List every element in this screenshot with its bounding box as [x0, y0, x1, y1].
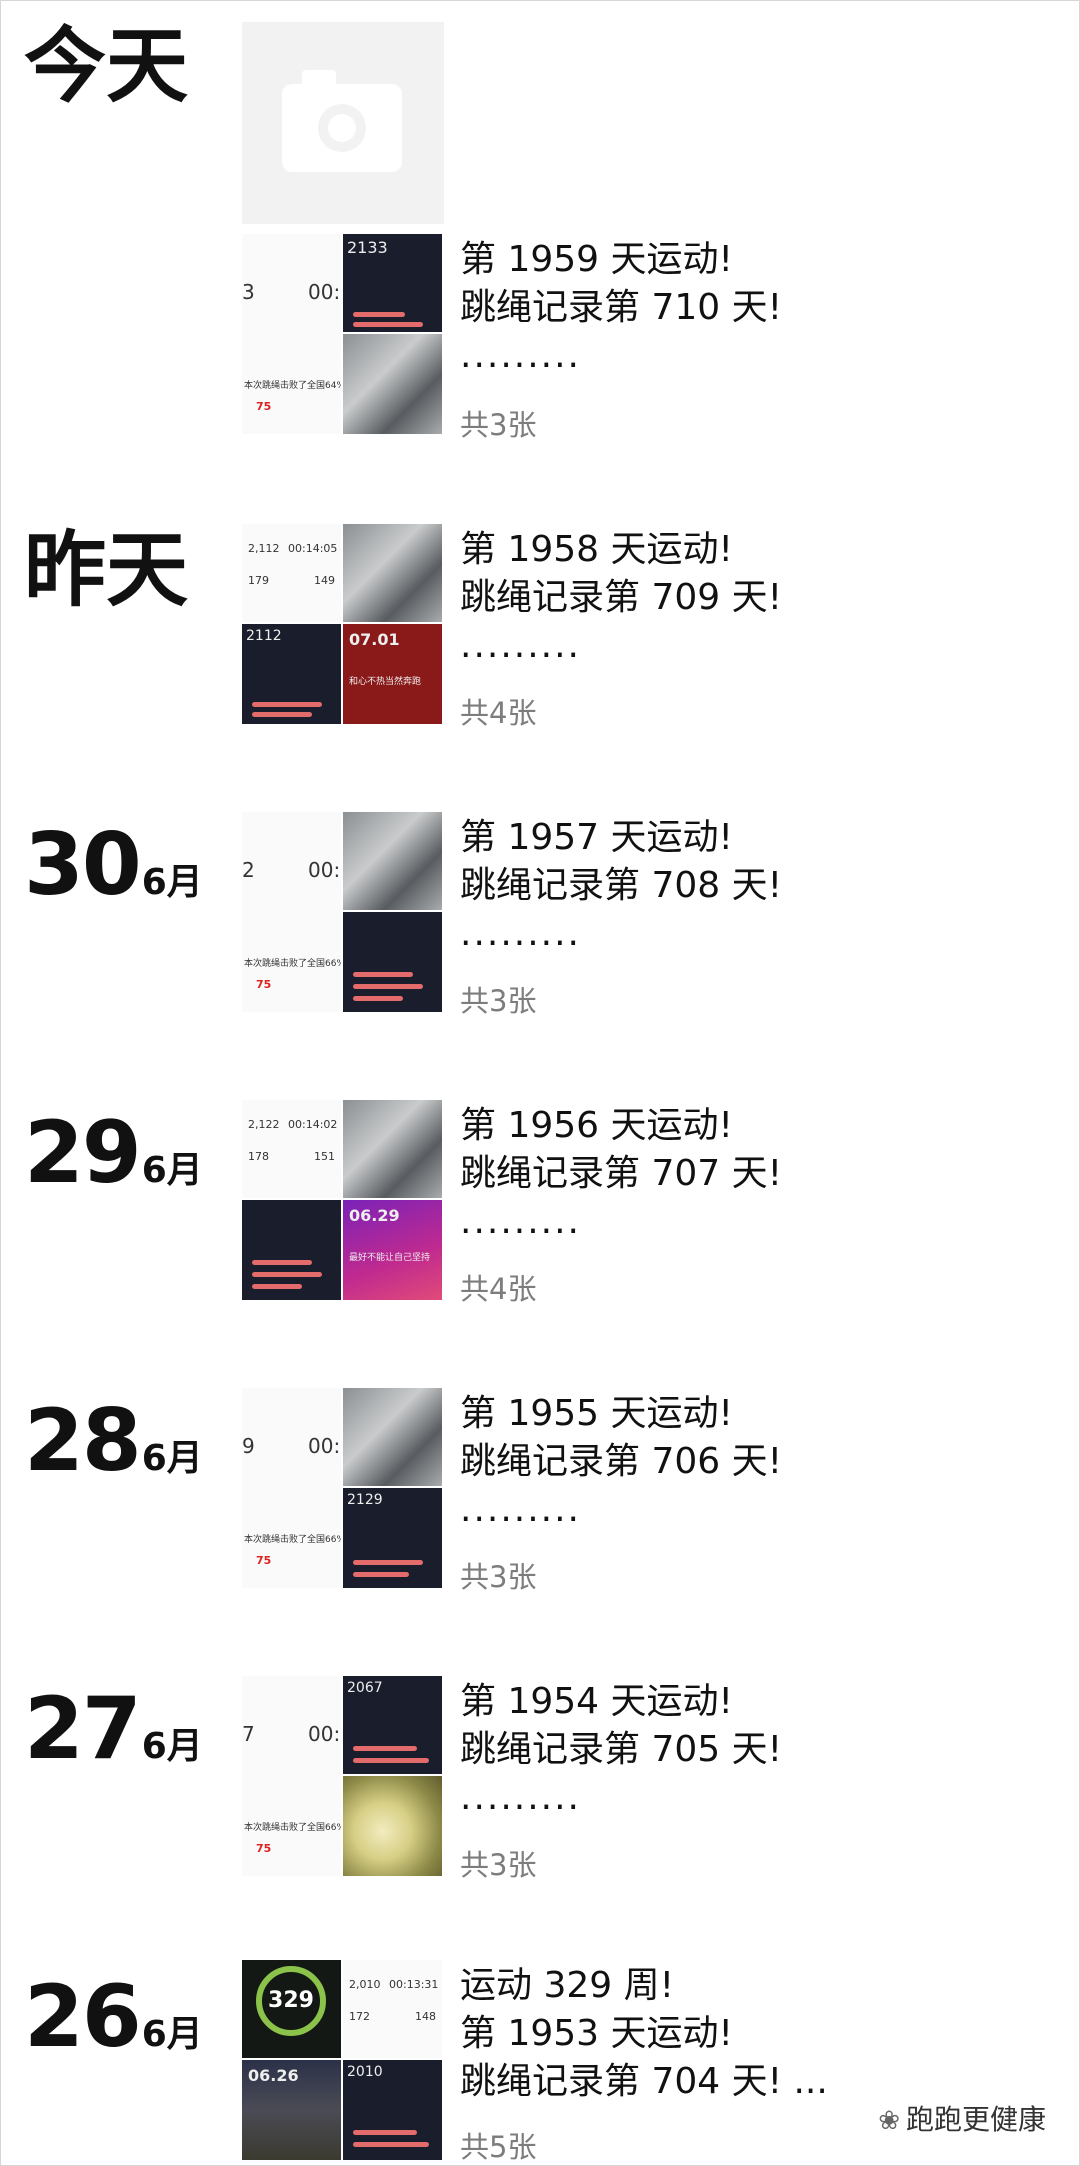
photo-count: 共3张 — [460, 1560, 537, 1594]
logo-icon: 75 — [256, 1842, 272, 1855]
thumbnail-grid[interactable]: 2 00:1 本次跳绳击败了全国66%的用 75 — [242, 812, 442, 1012]
date-label: 今天 — [24, 26, 188, 108]
thumbnail[interactable] — [343, 812, 442, 910]
photo-count: 共3张 — [460, 984, 537, 1018]
thumbnail[interactable]: 3 00:1 本次跳绳击败了全国64%的用 75 — [242, 234, 341, 434]
thumbnail[interactable] — [343, 912, 442, 1012]
post-text[interactable]: 第 1957 天运动! 跳绳记录第 708 天! ......... — [460, 814, 782, 958]
thumbnail[interactable]: 07.01 和心不热当然奔跑 — [343, 624, 442, 724]
logo-icon: 75 — [256, 1554, 272, 1567]
thumbnail-grid[interactable]: 329 2,010 00:13:31 172 148 06.26 2010 — [242, 1960, 442, 2160]
thumbnail[interactable] — [343, 1388, 442, 1486]
thumbnail-grid[interactable]: 3 00:1 本次跳绳击败了全国64%的用 75 2133 — [242, 234, 442, 434]
photo-count: 共4张 — [460, 1272, 537, 1306]
thumbnail-grid[interactable]: 2,122 00:14:02 178 151 06.29 最好不能让自己坚持 — [242, 1100, 442, 1300]
thumbnail[interactable]: 2010 — [343, 2060, 442, 2160]
thumbnail[interactable]: 2133 — [343, 234, 442, 332]
date-label: 296月 — [24, 1110, 203, 1196]
thumbnail[interactable]: 2,112 00:14:05 179 149 — [242, 524, 341, 622]
date-month: 6月 — [141, 1726, 203, 1767]
date-month: 6月 — [141, 2014, 203, 2055]
post-text[interactable]: 第 1959 天运动! 跳绳记录第 710 天! ......... — [460, 236, 782, 380]
date-day: 27 — [24, 1679, 142, 1779]
date-day: 28 — [24, 1391, 142, 1491]
logo-icon: 75 — [256, 400, 272, 413]
thumbnail[interactable] — [242, 1200, 341, 1300]
watermark: ❀ 跑跑更健康 — [878, 2098, 1046, 2138]
post-text[interactable]: 第 1958 天运动! 跳绳记录第 709 天! ......... — [460, 526, 782, 670]
thumbnail[interactable]: 06.29 最好不能让自己坚持 — [343, 1200, 442, 1300]
date-day: 26 — [24, 1967, 142, 2067]
watermark-text: 跑跑更健康 — [905, 2103, 1046, 2136]
camera-icon — [282, 70, 402, 172]
thumbnail[interactable]: 2067 — [343, 1676, 442, 1774]
thumbnail-grid[interactable]: 7 00:1 本次跳绳击败了全国66%的用 75 2067 — [242, 1676, 442, 1876]
badge-icon: 329 — [256, 1966, 326, 2036]
date-label: 306月 — [24, 822, 203, 908]
thumbnail-grid[interactable]: 2,112 00:14:05 179 149 2112 07.01 和心不热当然… — [242, 524, 442, 724]
thumbnail[interactable]: 2129 — [343, 1488, 442, 1588]
date-day: 昨天 — [24, 523, 189, 618]
thumbnail-grid[interactable]: 9 00:1 本次跳绳击败了全国66%的用 75 2129 — [242, 1388, 442, 1588]
date-label: 276月 — [24, 1686, 203, 1772]
thumbnail[interactable]: 2,122 00:14:02 178 151 — [242, 1100, 341, 1198]
photo-count: 共3张 — [460, 1848, 537, 1882]
thumbnail[interactable] — [343, 1776, 442, 1876]
thumbnail[interactable]: 9 00:1 本次跳绳击败了全国66%的用 75 — [242, 1388, 341, 1588]
thumbnail[interactable]: 2 00:1 本次跳绳击败了全国66%的用 75 — [242, 812, 341, 1012]
date-month: 6月 — [141, 862, 203, 903]
wechat-icon: ❀ — [878, 2106, 900, 2136]
thumbnail[interactable] — [343, 334, 442, 434]
add-photo-button[interactable] — [242, 22, 444, 224]
thumbnail[interactable]: 2,010 00:13:31 172 148 — [343, 1960, 442, 2058]
date-day: 今天 — [24, 19, 189, 114]
photo-count: 共4张 — [460, 696, 537, 730]
thumbnail[interactable]: 7 00:1 本次跳绳击败了全国66%的用 75 — [242, 1676, 341, 1876]
post-text[interactable]: 第 1954 天运动! 跳绳记录第 705 天! ......... — [460, 1678, 782, 1822]
thumbnail[interactable]: 2112 — [242, 624, 341, 724]
photo-count: 共5张 — [460, 2130, 537, 2164]
post-text[interactable]: 运动 329 周! 第 1953 天运动! 跳绳记录第 704 天! ... — [460, 1962, 828, 2106]
thumbnail[interactable]: 329 — [242, 1960, 341, 2058]
post-text[interactable]: 第 1956 天运动! 跳绳记录第 707 天! ......... — [460, 1102, 782, 1246]
thumbnail[interactable]: 06.26 — [242, 2060, 341, 2160]
date-month: 6月 — [141, 1150, 203, 1191]
date-month: 6月 — [141, 1438, 203, 1479]
date-label: 286月 — [24, 1398, 203, 1484]
post-text[interactable]: 第 1955 天运动! 跳绳记录第 706 天! ......... — [460, 1390, 782, 1534]
logo-icon: 75 — [256, 978, 272, 991]
date-label: 266月 — [24, 1974, 203, 2060]
date-day: 30 — [24, 815, 142, 915]
photo-count: 共3张 — [460, 408, 537, 442]
day-entry[interactable]: 今天 3 00:1 本次跳绳击败了全国64%的用 75 2133 第 1959 … — [0, 0, 1080, 470]
thumbnail[interactable] — [343, 1100, 442, 1198]
date-label: 昨天 — [24, 530, 188, 612]
date-day: 29 — [24, 1103, 142, 1203]
thumbnail[interactable] — [343, 524, 442, 622]
